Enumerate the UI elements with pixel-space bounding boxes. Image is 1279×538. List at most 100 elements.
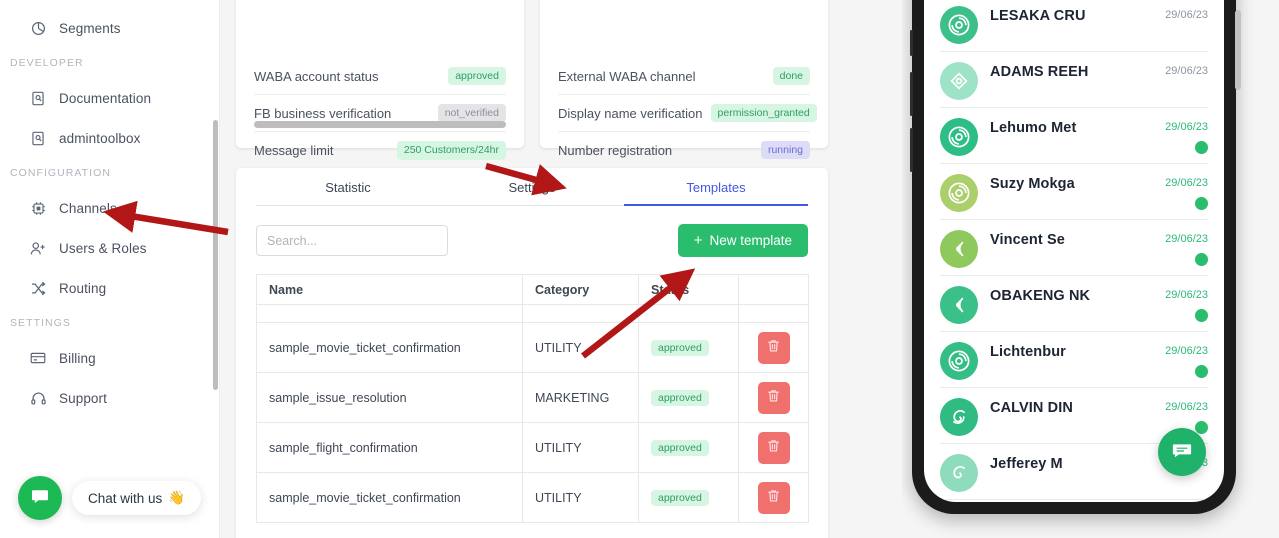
avatar: [940, 118, 978, 156]
cell-category: UTILITY: [522, 422, 639, 473]
sidebar-item-segments[interactable]: Segments: [0, 8, 220, 48]
new-chat-fab[interactable]: [1158, 428, 1206, 476]
trash-icon: [767, 489, 780, 506]
sidebar-item-billing[interactable]: Billing: [0, 338, 220, 378]
avatar: [940, 62, 978, 100]
cell-name: sample_movie_ticket_confirmation: [256, 472, 523, 523]
contact-info: Jefferey M: [990, 454, 1146, 472]
unread-indicator: [1195, 421, 1208, 434]
tab-templates[interactable]: Templates: [624, 180, 808, 206]
sidebar-item-label: Segments: [59, 20, 121, 36]
unread-indicator: [1195, 365, 1208, 378]
status-badge: approved: [448, 66, 506, 86]
credit-card-icon: [30, 350, 46, 366]
table-row[interactable]: sample_movie_ticket_confirmation UTILITY…: [256, 472, 809, 523]
table-row[interactable]: sample_flight_confirmation UTILITY appro…: [256, 422, 809, 473]
new-template-button[interactable]: + New template: [677, 224, 808, 257]
table-row[interactable]: sample_issue_resolution MARKETING approv…: [256, 372, 809, 423]
list-item[interactable]: Lehumo Met 29/06/23: [940, 108, 1208, 164]
contact-name: CALVIN DIN: [990, 400, 1073, 416]
cell-status: approved: [638, 472, 739, 523]
column-header-status[interactable]: Status: [638, 274, 739, 305]
new-template-label: New template: [709, 233, 792, 248]
cell-actions: [738, 422, 809, 473]
list-item[interactable]: Suzy Mokga 29/06/23: [940, 164, 1208, 220]
list-item[interactable]: LESAKA CRU 29/06/23: [940, 0, 1208, 52]
phone-button-volume-up: [910, 72, 913, 116]
contact-meta: 29/06/23: [1146, 6, 1208, 21]
cell-category: UTILITY: [522, 322, 639, 373]
contact-name: LESAKA CRU: [990, 8, 1086, 24]
cell-name: sample_issue_resolution: [256, 372, 523, 423]
search-input[interactable]: [256, 225, 448, 256]
sidebar-item-channels[interactable]: Channels: [0, 188, 220, 228]
document-icon: [30, 90, 46, 106]
contact-date: 29/06/23: [1165, 401, 1208, 413]
sidebar-item-routing[interactable]: Routing: [0, 268, 220, 308]
status-label: External WABA channel: [558, 68, 696, 84]
sidebar-item-support[interactable]: Support: [0, 378, 220, 418]
cell-actions: [738, 322, 809, 373]
contact-date: 29/06/23: [1165, 65, 1208, 77]
contact-meta: 29/06/23: [1146, 118, 1208, 154]
delete-template-button[interactable]: [757, 431, 790, 464]
status-badge: running: [760, 140, 810, 160]
contact-name: Vincent Se: [990, 232, 1065, 248]
unread-indicator: [1195, 197, 1208, 210]
tab-statistic[interactable]: Statistic: [256, 180, 440, 205]
sidebar-item-documentation[interactable]: Documentation: [0, 78, 220, 118]
contact-name: Jefferey M: [990, 456, 1063, 472]
status-row: External WABA channel done: [558, 58, 810, 95]
column-header-category[interactable]: Category: [522, 274, 639, 305]
table-row[interactable]: sample_movie_ticket_confirmation UTILITY…: [256, 322, 809, 373]
chat-with-us-label[interactable]: Chat with us 👋: [72, 481, 202, 515]
chat-bubble-button[interactable]: [18, 476, 62, 520]
waba-status-card: WABA account status approved FB business…: [236, 0, 524, 160]
tab-settings[interactable]: Settings: [440, 180, 624, 205]
sidebar-scrollbar[interactable]: [213, 120, 218, 390]
list-item[interactable]: OBAKENG NK 29/06/23: [940, 276, 1208, 332]
page-scrollbar[interactable]: [1235, 10, 1241, 90]
chat-label-text: Chat with us: [88, 490, 163, 506]
sidebar-group-settings: SETTINGS: [10, 317, 71, 329]
delete-template-button[interactable]: [757, 331, 790, 364]
sidebar-group-configuration: CONFIGURATION: [10, 167, 111, 179]
status-badge: approved: [651, 389, 709, 406]
templates-toolbar: + New template: [256, 224, 808, 257]
list-item[interactable]: Lichtenbur 29/06/23: [940, 332, 1208, 388]
status-label: FB business verification: [254, 105, 392, 121]
table-row: [256, 304, 809, 323]
contact-meta: 29/06/23: [1146, 230, 1208, 266]
list-item[interactable]: ADAMS REEH 29/06/23: [940, 52, 1208, 108]
contact-name: Lehumo Met: [990, 120, 1077, 136]
cell-status: approved: [638, 322, 739, 373]
cell-name: [256, 304, 523, 323]
delete-template-button[interactable]: [757, 381, 790, 414]
sidebar-item-users-roles[interactable]: Users & Roles: [0, 228, 220, 268]
card-horizontal-scrollbar[interactable]: [254, 121, 506, 128]
sidebar-item-label: Channels: [59, 200, 117, 216]
column-header-name[interactable]: Name: [256, 274, 523, 305]
contact-meta: 29/06/23: [1146, 342, 1208, 378]
sidebar-item-admintoolbox[interactable]: admintoolbox: [0, 118, 220, 158]
contact-name: Suzy Mokga: [990, 176, 1075, 192]
sidebar-item-label: Users & Roles: [59, 240, 147, 256]
contact-meta: 29/06/23: [1146, 286, 1208, 322]
templates-table: Name Category Status sample_movie_ticket…: [256, 274, 809, 523]
list-item[interactable]: Vincent Se 29/06/23: [940, 220, 1208, 276]
cell-status: approved: [638, 422, 739, 473]
avatar: [940, 174, 978, 212]
contact-info: ADAMS REEH: [990, 62, 1146, 80]
contact-date: 29/06/23: [1165, 289, 1208, 301]
cell-status: [638, 304, 739, 323]
delete-template-button[interactable]: [757, 481, 790, 514]
sidebar-group-developer: DEVELOPER: [10, 57, 84, 69]
status-badge: 250 Customers/24hr: [396, 141, 506, 160]
cell-actions: [738, 472, 809, 523]
phone-button-volume-down: [910, 128, 913, 172]
chat-widget[interactable]: Chat with us 👋: [18, 476, 202, 520]
sidebar-item-label: Support: [59, 390, 107, 406]
main-content: WABA account status approved FB business…: [220, 0, 902, 538]
cell-category: UTILITY: [522, 472, 639, 523]
sidebar-item-label: Billing: [59, 350, 96, 366]
